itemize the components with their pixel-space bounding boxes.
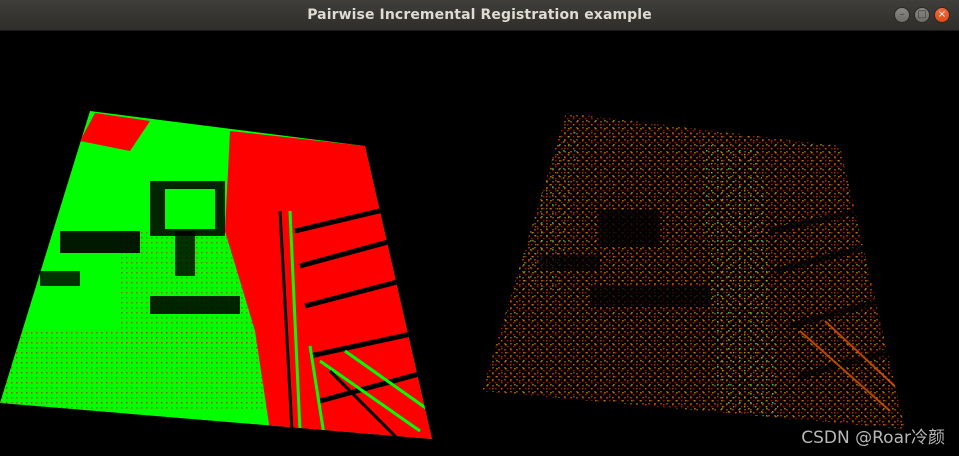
app-window: Pairwise Incremental Registration exampl… <box>0 0 959 456</box>
right-point-cloud <box>482 113 905 429</box>
render-viewport[interactable] <box>0 31 959 456</box>
close-icon: × <box>937 9 947 20</box>
maximize-button[interactable]: □ <box>914 7 930 23</box>
window-controls: – □ × <box>894 7 950 23</box>
watermark-text: CSDN @Roar冷颜 <box>801 428 945 448</box>
maximize-icon: □ <box>917 9 927 20</box>
minimize-icon: – <box>899 9 905 20</box>
window-title: Pairwise Incremental Registration exampl… <box>307 7 652 23</box>
point-cloud-canvas[interactable] <box>0 31 959 456</box>
left-point-cloud <box>0 111 432 439</box>
close-button[interactable]: × <box>934 7 950 23</box>
title-bar[interactable]: Pairwise Incremental Registration exampl… <box>0 0 959 31</box>
minimize-button[interactable]: – <box>894 7 910 23</box>
